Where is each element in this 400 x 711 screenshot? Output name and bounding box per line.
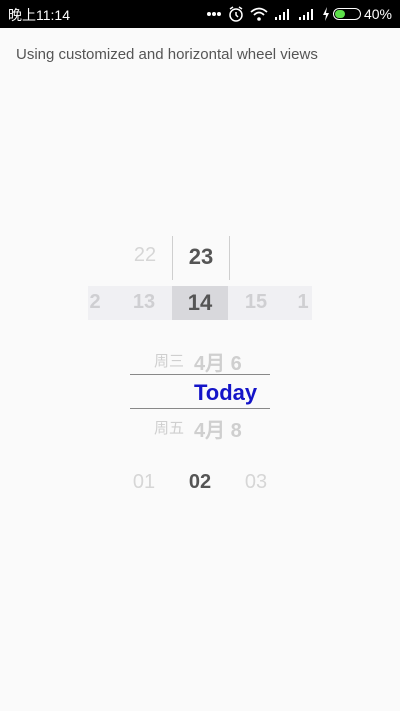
vertical-wheel-prev[interactable]: 22 (117, 244, 173, 274)
battery-percent: 40% (363, 6, 392, 22)
signal-icon (274, 7, 292, 21)
status-icons: 40% (206, 4, 392, 24)
date-wheel-prev[interactable]: 周三 4月 6 (130, 346, 270, 376)
status-bar: 晚上11:14 40% (0, 0, 400, 28)
date-wheel-divider-bottom (130, 408, 270, 409)
bottom-wheel-item[interactable]: 01 (124, 471, 164, 494)
date-wheel-selected[interactable]: Today (194, 380, 257, 406)
bottom-wheel-item[interactable]: 03 (236, 471, 276, 494)
date-wheel-next[interactable]: 周五 4月 8 (130, 413, 270, 443)
battery-icon (332, 8, 361, 20)
date-wheel-prev-date: 4月 6 (194, 353, 242, 375)
date-wheel-next-weekday: 周五 (154, 420, 185, 437)
alarm-icon (228, 6, 244, 22)
battery-indicator: 40% (322, 6, 392, 22)
horizontal-wheel-item[interactable]: 1 (294, 291, 312, 314)
wifi-icon (250, 7, 268, 21)
charging-icon (322, 7, 330, 21)
horizontal-wheel-item-selected[interactable]: 14 (172, 290, 228, 316)
status-time: 晚上11:14 (8, 7, 70, 23)
horizontal-wheel-item[interactable]: 13 (116, 291, 172, 314)
date-wheel-divider-top (130, 374, 270, 375)
horizontal-wheel-item[interactable]: 2 (88, 291, 102, 314)
vertical-wheel-selected[interactable]: 23 (172, 236, 230, 280)
page-subtitle: Using customized and horizontal wheel vi… (16, 46, 318, 63)
vertical-wheel-selected-label: 23 (188, 244, 214, 269)
horizontal-wheel-item[interactable]: 15 (228, 291, 284, 314)
more-icon (206, 11, 222, 17)
date-wheel-prev-weekday: 周三 (154, 353, 185, 370)
horizontal-wheel[interactable]: 2 13 14 15 1 (88, 286, 312, 320)
bottom-wheel-item-selected[interactable]: 02 (180, 471, 220, 494)
date-wheel-next-date: 4月 8 (194, 420, 242, 442)
signal-icon (298, 7, 316, 21)
